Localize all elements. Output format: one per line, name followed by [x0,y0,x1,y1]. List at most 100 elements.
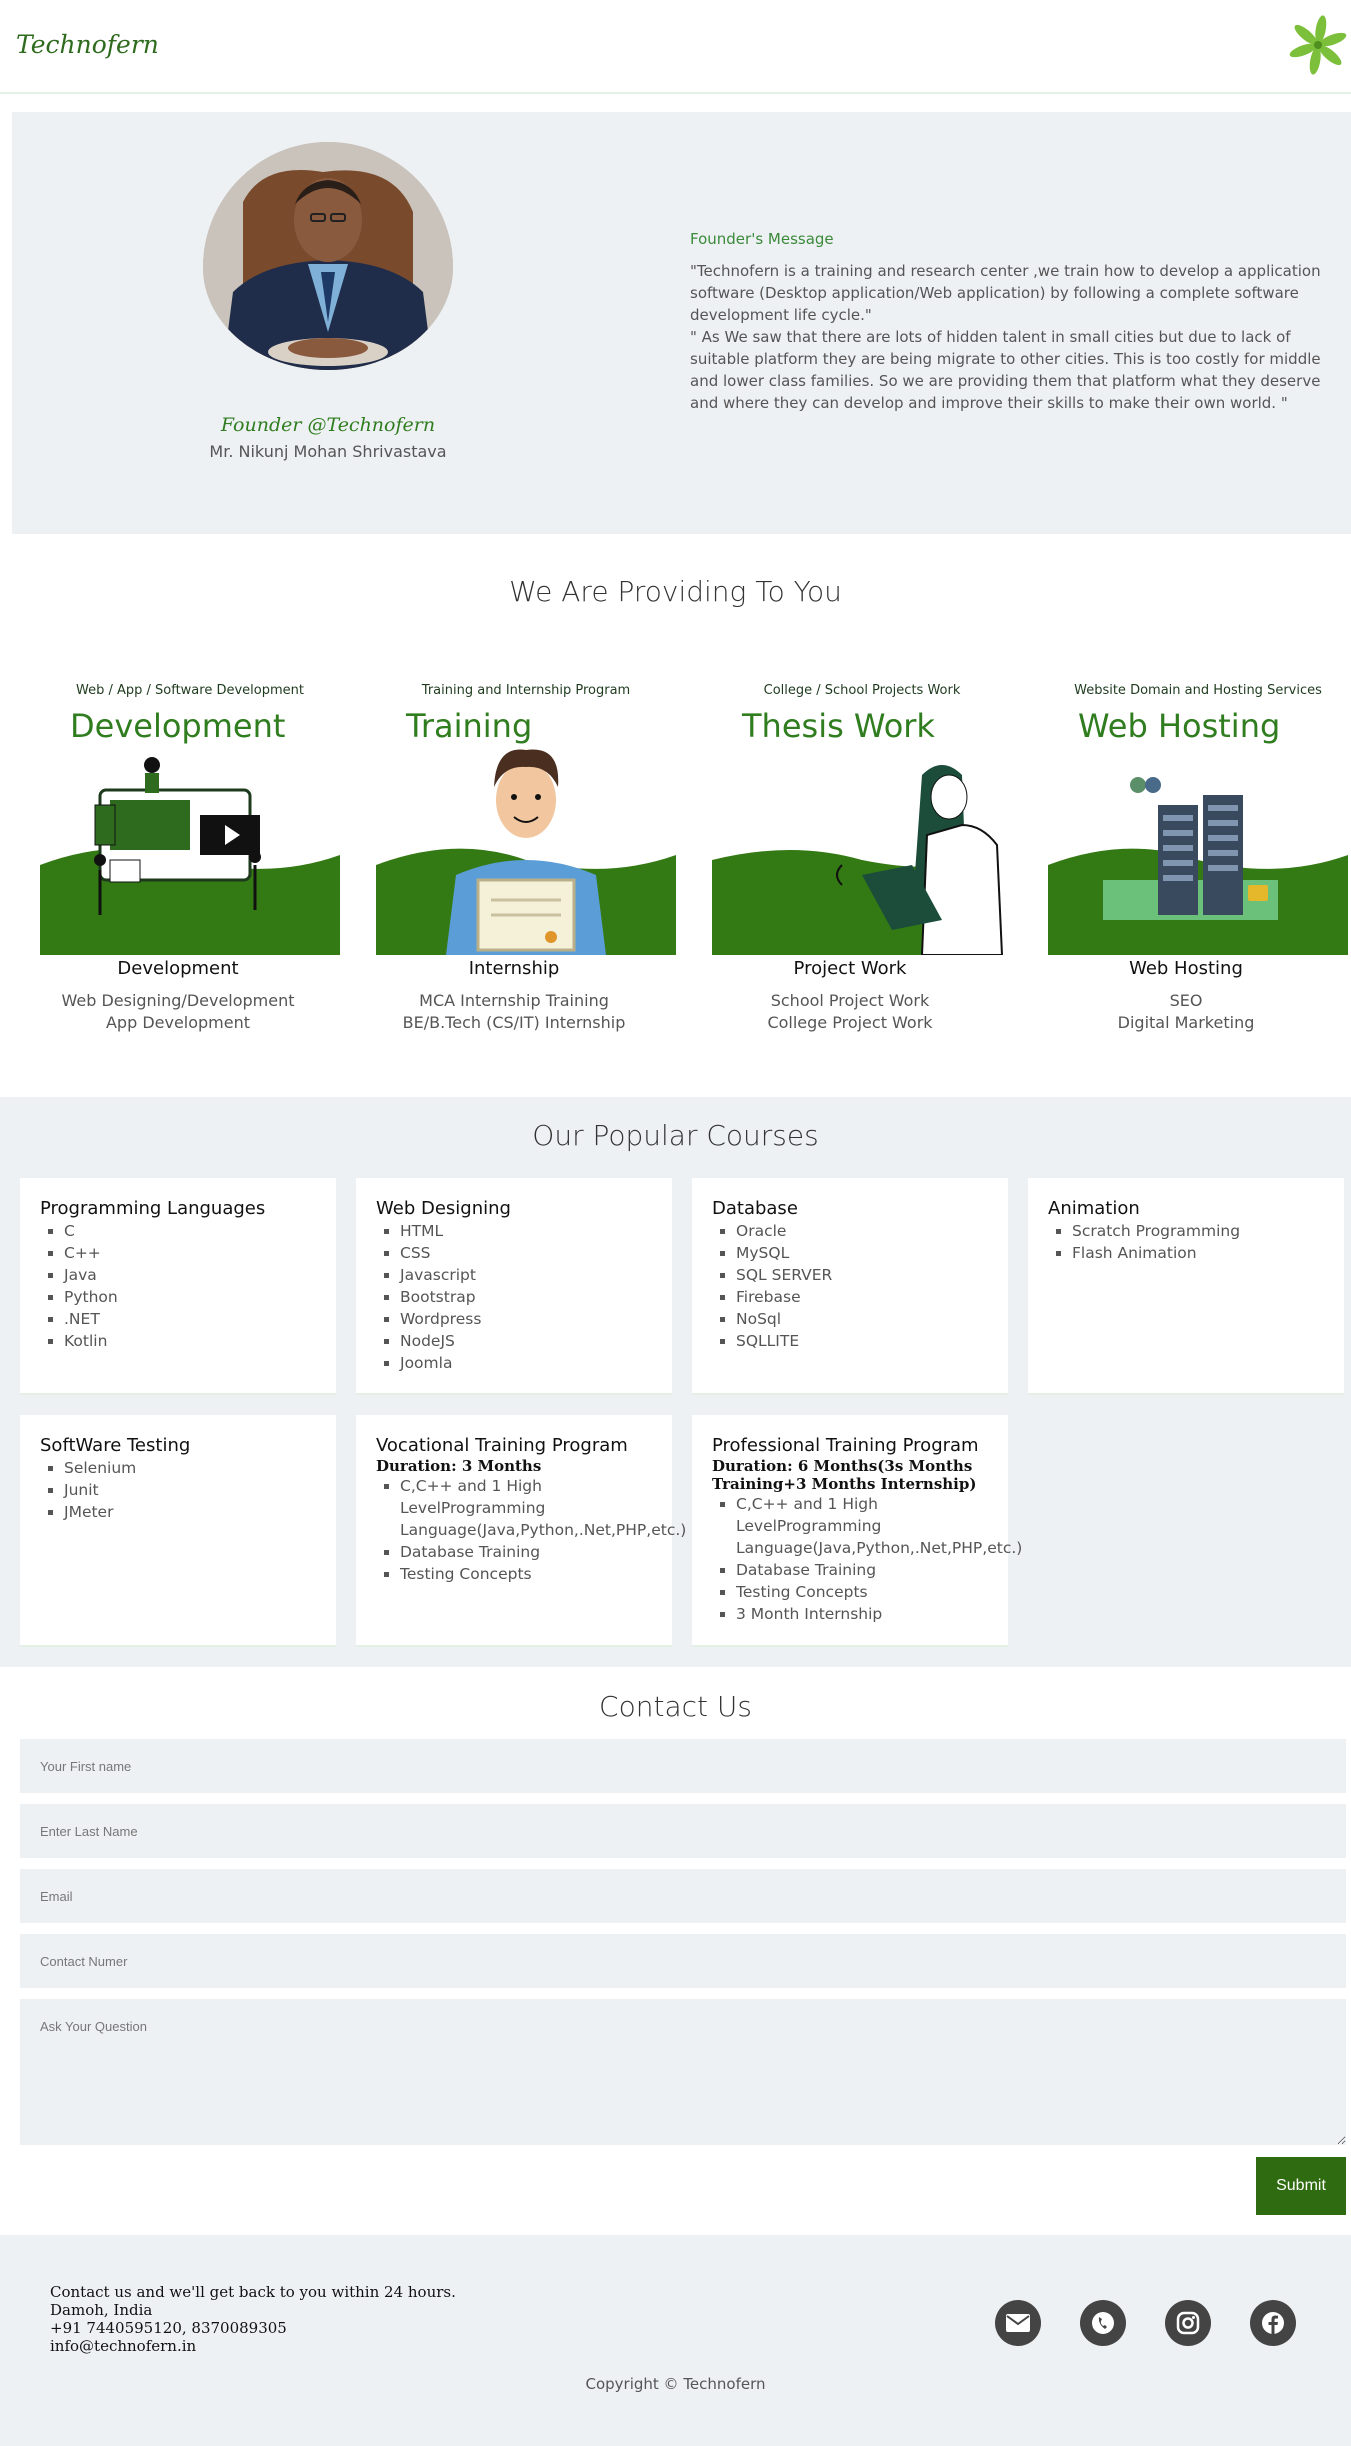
phone-icon[interactable] [1080,2300,1126,2346]
service-card-training: Training and Internship Program Training [376,675,676,955]
course-item: Oracle [736,1220,988,1242]
service-desc-line: College Project Work [767,1013,933,1032]
contact-title: Contact Us [599,1690,752,1723]
course-card: Database Oracle MySQL SQL SERVER Firebas… [692,1178,1008,1393]
service-desc-line: SEO [1169,991,1203,1010]
last-name-input[interactable] [20,1804,1346,1858]
course-title: Animation [1048,1198,1140,1219]
course-list: Oracle MySQL SQL SERVER Firebase NoSql S… [736,1220,988,1352]
service-desc-line: MCA Internship Training [419,991,609,1010]
founder-message: "Technofern is a training and research c… [690,260,1330,414]
course-item: Database Training [736,1559,988,1581]
course-card: Vocational Training Program Duration: 3 … [356,1415,686,1645]
course-item: C,C++ and 1 High LevelProgramming Langua… [400,1475,686,1541]
course-title: SoftWare Testing [40,1435,191,1456]
first-name-input[interactable] [20,1739,1346,1793]
service-description: Web Designing/Development App Developmen… [10,990,346,1034]
contact-number-input[interactable] [20,1934,1346,1988]
course-title: Professional Training Program [712,1435,979,1456]
service-desc-line: School Project Work [770,991,930,1010]
founder-photo [203,142,453,370]
service-desc-line: BE/B.Tech (CS/IT) Internship [402,1013,626,1032]
service-card-development: Web / App / Software Development Develop… [40,675,340,955]
instagram-icon[interactable] [1165,2300,1211,2346]
course-item: 3 Month Internship [736,1603,988,1625]
footer-email: info@technofern.in [50,2337,197,2355]
service-name: Project Work [793,958,907,979]
course-item: MySQL [736,1242,988,1264]
service-description: MCA Internship Training BE/B.Tech (CS/IT… [346,990,682,1034]
course-item: Scratch Programming [1072,1220,1324,1242]
service-heading: Development [70,707,286,745]
email-input[interactable] [20,1869,1346,1923]
service-heading: Thesis Work [742,707,935,745]
course-duration: Duration: 3 Months [376,1457,542,1475]
course-item: Wordpress [400,1308,652,1330]
founder-message-paragraph: "Technofern is a training and research c… [690,262,1321,324]
course-item: HTML [400,1220,652,1242]
service-kicker: Web / App / Software Development [76,683,304,698]
course-card: Animation Scratch Programming Flash Anim… [1028,1178,1344,1393]
course-item: C,C++ and 1 High LevelProgramming Langua… [736,1493,1022,1559]
course-item: SQLLITE [736,1330,988,1352]
service-desc-line: App Development [105,1013,251,1032]
service-kicker: Website Domain and Hosting Services [1074,683,1322,698]
course-title: Web Designing [376,1198,511,1219]
course-item: Javascript [400,1264,652,1286]
site-header: Technofern [0,0,1351,94]
footer-location: Damoh, India [50,2301,153,2319]
course-list: C,C++ and 1 High LevelProgramming Langua… [400,1475,686,1585]
course-card: SoftWare Testing Selenium Junit JMeter [20,1415,336,1645]
service-heading: Training [406,707,533,745]
founder-message-paragraph: " As We saw that there are lots of hidde… [690,328,1321,412]
contact-info: Contact us and we'll get back to you wit… [50,2283,456,2355]
course-item: Junit [64,1479,316,1501]
service-card-hosting: Website Domain and Hosting Services Web … [1048,675,1348,955]
facebook-icon[interactable] [1250,2300,1296,2346]
service-description: School Project Work College Project Work [682,990,1018,1034]
course-item: Flash Animation [1072,1242,1324,1264]
course-card: Programming Languages C C++ Java Python … [20,1178,336,1393]
course-item: Kotlin [64,1330,316,1352]
courses-title: Our Popular Courses [532,1119,819,1152]
service-heading: Web Hosting [1078,707,1281,745]
courses-section: Our Popular Courses Programming Language… [0,1097,1351,1667]
mail-icon[interactable] [995,2300,1041,2346]
service-name: Web Hosting [1129,958,1243,979]
course-item: Python [64,1286,316,1308]
course-item: SQL SERVER [736,1264,988,1286]
service-description: SEO Digital Marketing [1018,990,1351,1034]
providing-title: We Are Providing To You [509,575,842,608]
course-item: Firebase [736,1286,988,1308]
course-item: NodeJS [400,1330,652,1352]
course-list: C,C++ and 1 High LevelProgramming Langua… [736,1493,1022,1625]
course-list: Scratch Programming Flash Animation [1072,1220,1324,1264]
founder-name: Mr. Nikunj Mohan Shrivastava [209,442,447,461]
course-item: Database Training [400,1541,652,1563]
brand-logo-text[interactable]: Technofern [16,30,159,59]
course-duration: Duration: 6 Months(3s Months Training+3 … [712,1457,977,1493]
course-title: Vocational Training Program [376,1435,628,1456]
course-title: Programming Languages [40,1198,266,1219]
site-footer: Contact us and we'll get back to you wit… [0,2235,1351,2446]
service-card-thesis: College / School Projects Work Thesis Wo… [712,675,1012,955]
course-item: CSS [400,1242,652,1264]
course-item: Testing Concepts [736,1581,988,1603]
course-item: C++ [64,1242,316,1264]
founder-message-heading: Founder's Message [690,230,834,248]
course-card: Professional Training Program Duration: … [692,1415,1022,1645]
course-item: Joomla [400,1352,652,1374]
course-item: Java [64,1264,316,1286]
submit-button[interactable]: Submit [1256,2157,1346,2215]
service-name: Internship [468,958,560,979]
course-item: NoSql [736,1308,988,1330]
footer-tagline: Contact us and we'll get back to you wit… [50,2283,456,2301]
course-list: Selenium Junit JMeter [64,1457,316,1523]
course-item: JMeter [64,1501,316,1523]
founder-title: Founder @Technofern [220,414,436,436]
leaf-pinwheel-icon[interactable] [1287,14,1349,76]
course-item: Testing Concepts [400,1563,652,1585]
question-textarea[interactable] [20,1999,1346,2145]
course-item: .NET [64,1308,316,1330]
course-item: Bootstrap [400,1286,652,1308]
